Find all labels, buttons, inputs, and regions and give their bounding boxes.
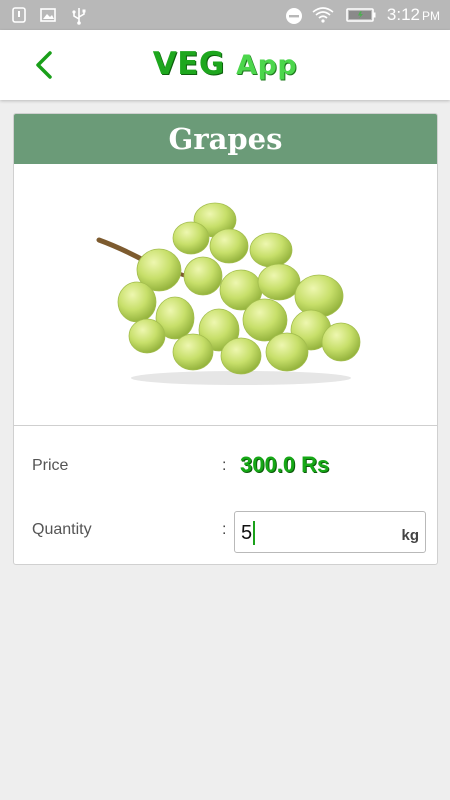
usb-icon: [72, 7, 86, 25]
battery-icon: [346, 7, 376, 23]
status-time-value: 3:12: [386, 5, 420, 24]
product-card: Grapes Price: 300.0 Rs Quantity: 5 kg: [13, 113, 438, 565]
quantity-unit: kg: [401, 527, 419, 544]
product-image-area: [14, 164, 437, 426]
app-title: VEG App: [0, 46, 450, 82]
price-label: Price: [32, 457, 69, 474]
text-cursor: [253, 521, 255, 545]
status-time: 3:12 PM: [387, 5, 440, 25]
quantity-label: Quantity: [32, 521, 92, 538]
notification-icon: [12, 7, 26, 23]
quantity-row: Quantity : 5 kg: [14, 511, 437, 553]
quantity-colon: :: [222, 521, 227, 538]
price-value: 300.0 Rs: [240, 452, 330, 477]
quantity-input[interactable]: 5 kg: [234, 511, 426, 553]
app-title-app: App: [236, 50, 298, 81]
do-not-disturb-icon: [285, 7, 303, 25]
grapes-image: [96, 202, 360, 385]
status-bar: 3:12 PM: [0, 0, 450, 30]
status-time-ampm: PM: [422, 9, 440, 23]
app-bar: VEG App: [0, 30, 450, 100]
quantity-value: 5: [241, 522, 253, 544]
product-name: Grapes: [14, 114, 437, 164]
price-row: Price : 300.0 Rs: [14, 447, 437, 487]
app-title-veg: VEG: [152, 46, 225, 82]
price-colon: :: [222, 457, 227, 474]
image-icon: [40, 7, 56, 23]
wifi-icon: [312, 7, 334, 23]
